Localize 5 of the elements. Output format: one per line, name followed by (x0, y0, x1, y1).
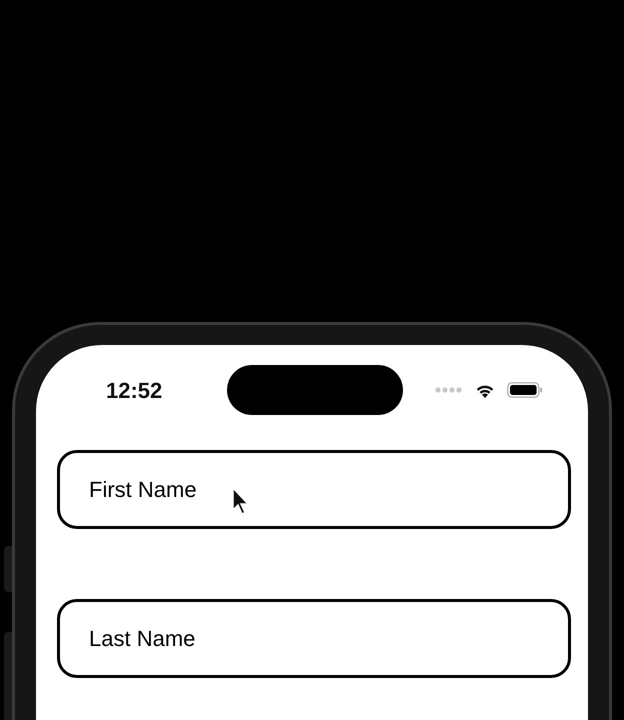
battery-icon (507, 382, 543, 398)
text-field[interactable]: First Name (57, 450, 571, 529)
text-field[interactable]: Last Name (57, 599, 571, 678)
signal-icon (435, 387, 463, 393)
status-time: 12:52 (106, 376, 164, 404)
